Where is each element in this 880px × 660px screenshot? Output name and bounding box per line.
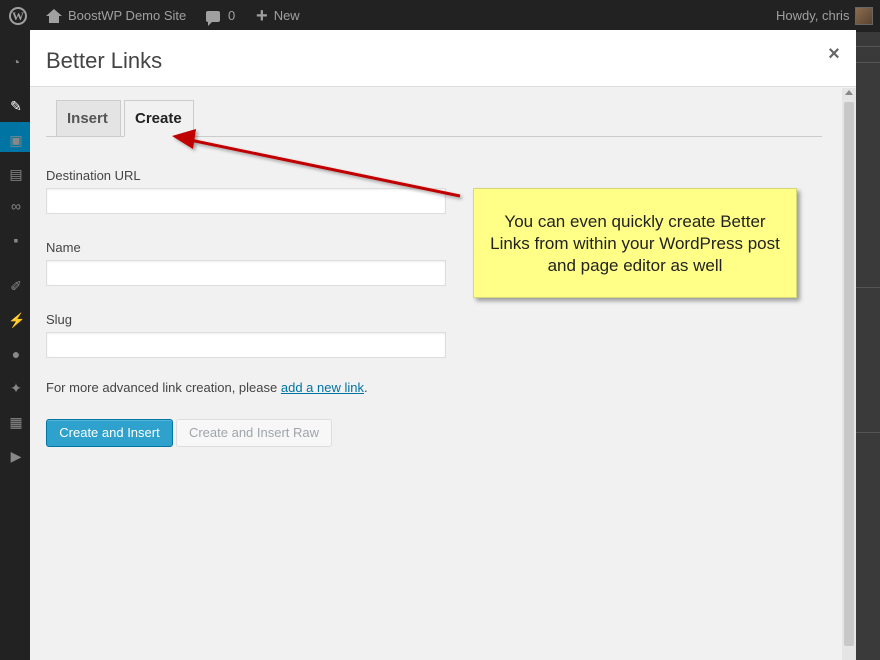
destination-url-input[interactable] xyxy=(46,188,446,214)
annotation-callout: You can even quickly create Better Links… xyxy=(473,188,797,298)
home-icon xyxy=(46,9,62,23)
media-icon[interactable]: ▣ xyxy=(8,132,24,148)
dashboard-icon[interactable]: ◔ xyxy=(8,54,24,70)
settings-icon[interactable]: ▦ xyxy=(8,414,24,430)
create-and-insert-button[interactable]: Create and Insert xyxy=(46,419,173,447)
appearance-icon[interactable]: ✐ xyxy=(8,278,24,294)
destination-url-label: Destination URL xyxy=(46,168,141,183)
links-icon[interactable]: ∞ xyxy=(8,198,24,214)
new-content-link[interactable]: + New xyxy=(256,0,300,32)
collapse-menu-icon[interactable]: ▶ xyxy=(8,448,24,464)
modal-scrollbar[interactable] xyxy=(842,88,856,660)
better-links-modal: Better Links × Insert Create Destination… xyxy=(30,30,856,660)
name-label: Name xyxy=(46,240,81,255)
new-label: New xyxy=(273,8,300,23)
wordpress-logo-icon[interactable]: W xyxy=(9,7,27,25)
tab-create[interactable]: Create xyxy=(124,100,194,137)
avatar xyxy=(855,7,874,25)
help-suffix: . xyxy=(363,380,368,395)
modal-header: Better Links × xyxy=(30,30,856,87)
help-prefix: For more advanced link creation, please xyxy=(46,380,281,395)
comments-link[interactable]: 0 xyxy=(206,0,235,32)
background-page xyxy=(856,32,880,660)
admin-sidebar: ◔ ✎ ▣ ▤ ∞ ▪ ✐ ⚡ ● ✦ ▦ ▶ xyxy=(0,32,30,660)
modal-title: Better Links xyxy=(46,48,163,73)
scroll-thumb[interactable] xyxy=(844,102,854,646)
greeting-text: Howdy, chris xyxy=(776,8,850,23)
close-icon[interactable]: × xyxy=(824,44,844,64)
name-input[interactable] xyxy=(46,260,446,286)
comments-icon[interactable]: ▪ xyxy=(8,232,24,248)
pages-icon[interactable]: ▤ xyxy=(8,166,24,182)
comments-count: 0 xyxy=(228,8,236,23)
comment-bubble-icon xyxy=(206,10,220,26)
admin-bar: W BoostWP Demo Site 0 + New Howdy, chris xyxy=(0,0,880,32)
account-menu[interactable]: Howdy, chris xyxy=(776,0,874,32)
tab-insert[interactable]: Insert xyxy=(56,100,121,137)
plugins-icon[interactable]: ⚡ xyxy=(8,312,25,328)
site-name-label: BoostWP Demo Site xyxy=(68,8,187,23)
add-new-link[interactable]: add a new link xyxy=(281,380,364,395)
slug-label: Slug xyxy=(46,312,73,327)
site-name-link[interactable]: BoostWP Demo Site xyxy=(46,0,186,32)
create-and-insert-raw-button[interactable]: Create and Insert Raw xyxy=(176,419,332,447)
tools-icon[interactable]: ✦ xyxy=(8,380,24,396)
advanced-link-help: For more advanced link creation, please … xyxy=(46,380,368,395)
users-icon[interactable]: ● xyxy=(8,346,24,362)
slug-input[interactable] xyxy=(46,332,446,358)
posts-pin-icon[interactable]: ✎ xyxy=(8,98,24,114)
scroll-up-arrow-icon[interactable] xyxy=(845,90,853,95)
plus-icon: + xyxy=(256,5,268,27)
